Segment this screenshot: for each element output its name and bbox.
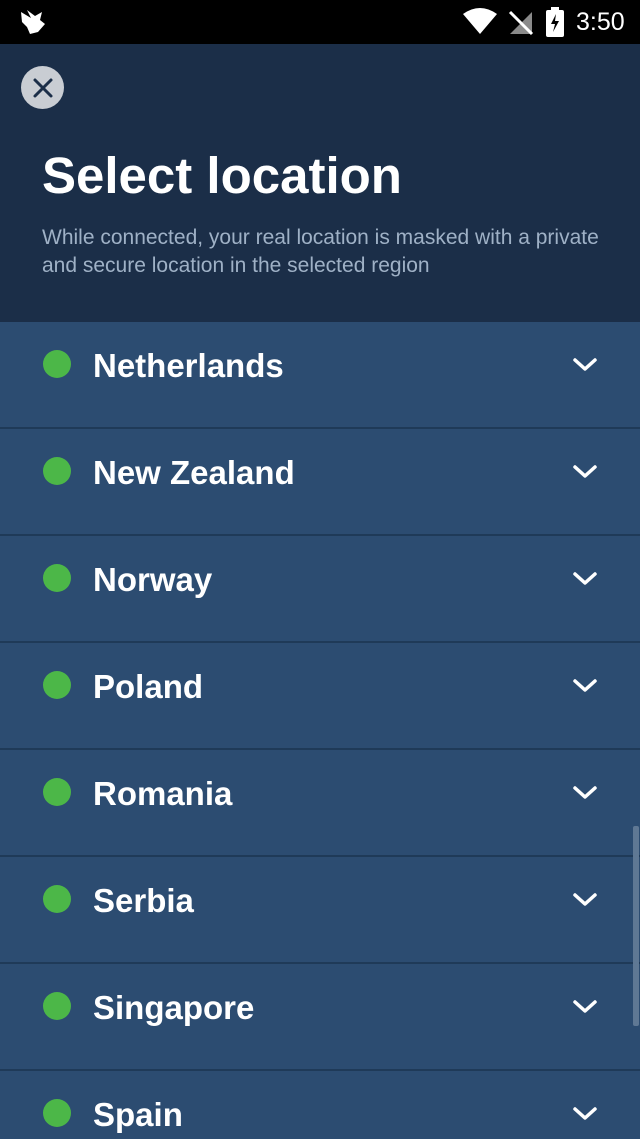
- status-dot: [43, 564, 71, 592]
- country-name: Serbia: [93, 882, 194, 919]
- country-name: Netherlands: [93, 347, 284, 384]
- country-name: Spain: [93, 1096, 183, 1133]
- chevron-down-icon[interactable]: [572, 997, 598, 1017]
- location-list[interactable]: Netherlands New Zealand Norway Poland Ro…: [0, 322, 640, 1139]
- location-item-new-zealand[interactable]: New Zealand: [0, 429, 640, 536]
- chevron-down-icon[interactable]: [572, 355, 598, 375]
- country-name: Romania: [93, 775, 233, 812]
- chevron-down-icon[interactable]: [572, 462, 598, 482]
- page-subtitle: While connected, your real location is m…: [42, 226, 599, 277]
- battery-charging-icon: [546, 7, 564, 37]
- wifi-icon: [463, 8, 497, 34]
- chevron-down-icon[interactable]: [572, 783, 598, 803]
- close-button[interactable]: [21, 66, 64, 109]
- no-signal-icon: [508, 10, 534, 36]
- country-name: Poland: [93, 668, 204, 705]
- status-dot: [43, 671, 71, 699]
- country-name: Norway: [93, 561, 213, 598]
- status-dot: [43, 457, 71, 485]
- location-item-romania[interactable]: Romania: [0, 750, 640, 857]
- status-dot: [43, 778, 71, 806]
- header: Select location While connected, your re…: [0, 44, 640, 322]
- location-item-singapore[interactable]: Singapore: [0, 964, 640, 1071]
- status-dot: [43, 992, 71, 1020]
- scrollbar[interactable]: [633, 826, 639, 1026]
- location-item-spain[interactable]: Spain: [0, 1071, 640, 1139]
- chevron-down-icon[interactable]: [572, 569, 598, 589]
- location-item-poland[interactable]: Poland: [0, 643, 640, 750]
- country-name: New Zealand: [93, 454, 295, 491]
- close-icon: [33, 78, 52, 97]
- location-item-norway[interactable]: Norway: [0, 536, 640, 643]
- chevron-down-icon[interactable]: [572, 890, 598, 910]
- status-dot: [43, 350, 71, 378]
- status-dot: [43, 885, 71, 913]
- chevron-down-icon[interactable]: [572, 1104, 598, 1124]
- chevron-down-icon[interactable]: [572, 676, 598, 696]
- page-title: Select location: [42, 147, 402, 204]
- status-bar: 3:50: [0, 0, 640, 44]
- country-name: Singapore: [93, 989, 255, 1026]
- status-time: 3:50: [576, 8, 625, 36]
- location-item-serbia[interactable]: Serbia: [0, 857, 640, 964]
- status-dot: [43, 1099, 71, 1127]
- location-item-netherlands[interactable]: Netherlands: [0, 322, 640, 429]
- app-notification-icon: [21, 10, 45, 34]
